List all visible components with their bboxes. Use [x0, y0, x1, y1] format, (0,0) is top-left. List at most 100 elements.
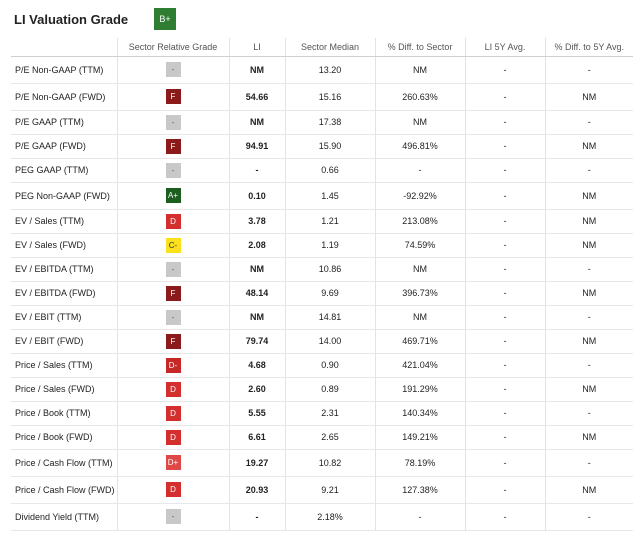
avg-5y-value: - — [464, 503, 545, 531]
column-header[interactable]: Sector Median — [284, 38, 375, 57]
table-row: EV / Sales (FWD) C- 2.08 1.19 74.59% - NM — [11, 233, 633, 258]
metric-name[interactable]: Dividend Yield (TTM) — [11, 503, 117, 531]
diff-5y-value: - — [544, 257, 633, 282]
li-value: - — [228, 158, 285, 183]
grade-cell: C- — [116, 233, 229, 258]
grade-badge: D — [165, 482, 181, 497]
metric-name[interactable]: PEG Non-GAAP (FWD) — [11, 182, 117, 210]
table-row: EV / Sales (TTM) D 3.78 1.21 213.08% - NM — [11, 209, 633, 234]
grade-cell: D — [116, 425, 229, 450]
diff-sector-value: NM — [374, 257, 465, 282]
grade-cell: - — [116, 158, 229, 183]
valuation-table: Sector Relative Grade LI Sector Median %… — [11, 38, 633, 531]
diff-sector-value: 149.21% — [374, 425, 465, 450]
li-value: 20.93 — [228, 476, 285, 504]
table-row: P/E Non-GAAP (FWD) F 54.66 15.16 260.63% - NM — [11, 83, 633, 111]
diff-sector-value: 78.19% — [374, 449, 465, 477]
sector-median-value: 9.21 — [284, 476, 375, 504]
metric-name[interactable]: EV / EBIT (TTM) — [11, 305, 117, 330]
avg-5y-value: - — [464, 83, 545, 111]
diff-sector-value: NM — [374, 56, 465, 84]
grade-cell: - — [116, 503, 229, 531]
diff-5y-value: - — [544, 158, 633, 183]
grade-cell: - — [116, 56, 229, 84]
grade-badge: - — [165, 162, 181, 178]
sector-median-value: 0.90 — [284, 353, 375, 378]
column-header[interactable]: % Diff. to 5Y Avg. — [544, 38, 633, 57]
metric-name[interactable]: PEG GAAP (TTM) — [11, 158, 117, 183]
metric-name[interactable]: Price / Sales (FWD) — [11, 377, 117, 402]
sector-median-value: 15.16 — [284, 83, 375, 111]
diff-sector-value: - — [374, 503, 465, 531]
table-row: Price / Sales (TTM) D- 4.68 0.90 421.04% - - — [11, 353, 633, 378]
metric-name[interactable]: Price / Book (FWD) — [11, 425, 117, 450]
avg-5y-value: - — [464, 449, 545, 477]
table-row: P/E GAAP (TTM) - NM 17.38 NM - - — [11, 110, 633, 135]
metric-name[interactable]: P/E GAAP (TTM) — [11, 110, 117, 135]
sector-median-value: 0.89 — [284, 377, 375, 402]
table-row: Price / Book (TTM) D 5.55 2.31 140.34% - - — [11, 401, 633, 426]
diff-5y-value: NM — [544, 281, 633, 306]
li-value: 0.10 — [228, 182, 285, 210]
sector-median-value: 10.82 — [284, 449, 375, 477]
li-value: NM — [228, 257, 285, 282]
li-value: 5.55 — [228, 401, 285, 426]
column-header[interactable]: Sector Relative Grade — [116, 38, 229, 57]
table-row: EV / EBITDA (TTM) - NM 10.86 NM - - — [11, 257, 633, 282]
metric-name[interactable]: EV / Sales (TTM) — [11, 209, 117, 234]
metric-name[interactable]: Price / Book (TTM) — [11, 401, 117, 426]
overall-grade-badge: B+ — [154, 8, 176, 30]
diff-5y-value: - — [544, 449, 633, 477]
metric-name[interactable]: P/E Non-GAAP (FWD) — [11, 83, 117, 111]
diff-5y-value: NM — [544, 209, 633, 234]
grade-cell: D- — [116, 353, 229, 378]
metric-name[interactable]: P/E Non-GAAP (TTM) — [11, 56, 117, 84]
avg-5y-value: - — [464, 233, 545, 258]
column-header[interactable]: % Diff. to Sector — [374, 38, 465, 57]
diff-sector-value: 421.04% — [374, 353, 465, 378]
column-header[interactable]: LI — [228, 38, 285, 57]
diff-5y-value: NM — [544, 476, 633, 504]
avg-5y-value: - — [464, 182, 545, 210]
metric-name[interactable]: Price / Cash Flow (TTM) — [11, 449, 117, 477]
grade-badge: - — [165, 114, 181, 130]
table-header-row: Sector Relative Grade LI Sector Median %… — [11, 38, 633, 57]
grade-cell: F — [116, 83, 229, 111]
column-header[interactable]: LI 5Y Avg. — [464, 38, 545, 57]
grade-badge: D+ — [165, 455, 181, 470]
metric-name[interactable]: Price / Sales (TTM) — [11, 353, 117, 378]
li-value: - — [228, 503, 285, 531]
diff-sector-value: NM — [374, 305, 465, 330]
grade-cell: D — [116, 476, 229, 504]
diff-5y-value: - — [544, 56, 633, 84]
grade-cell: D+ — [116, 449, 229, 477]
li-value: 79.74 — [228, 329, 285, 354]
sector-median-value: 1.21 — [284, 209, 375, 234]
grade-badge: - — [165, 62, 181, 77]
sector-median-value: 15.90 — [284, 134, 375, 159]
diff-5y-value: - — [544, 305, 633, 330]
grade-badge: D — [165, 429, 181, 445]
avg-5y-value: - — [464, 353, 545, 378]
valuation-header: LI Valuation Grade B+ — [14, 8, 176, 30]
grade-cell: D — [116, 377, 229, 402]
grade-cell: F — [116, 134, 229, 159]
diff-sector-value: NM — [374, 110, 465, 135]
diff-sector-value: 260.63% — [374, 83, 465, 111]
metric-name[interactable]: Price / Cash Flow (FWD) — [11, 476, 117, 504]
li-value: 2.60 — [228, 377, 285, 402]
li-value: 94.91 — [228, 134, 285, 159]
li-value: 2.08 — [228, 233, 285, 258]
page-title: LI Valuation Grade — [14, 11, 129, 27]
metric-name[interactable]: P/E GAAP (FWD) — [11, 134, 117, 159]
metric-name[interactable]: EV / EBITDA (FWD) — [11, 281, 117, 306]
metric-name[interactable]: EV / EBIT (FWD) — [11, 329, 117, 354]
metric-name[interactable]: EV / EBITDA (TTM) — [11, 257, 117, 282]
metric-name[interactable]: EV / Sales (FWD) — [11, 233, 117, 258]
grade-badge: F — [165, 285, 181, 301]
avg-5y-value: - — [464, 134, 545, 159]
grade-badge: C- — [165, 237, 181, 253]
li-value: 6.61 — [228, 425, 285, 450]
diff-5y-value: NM — [544, 83, 633, 111]
sector-median-value: 17.38 — [284, 110, 375, 135]
